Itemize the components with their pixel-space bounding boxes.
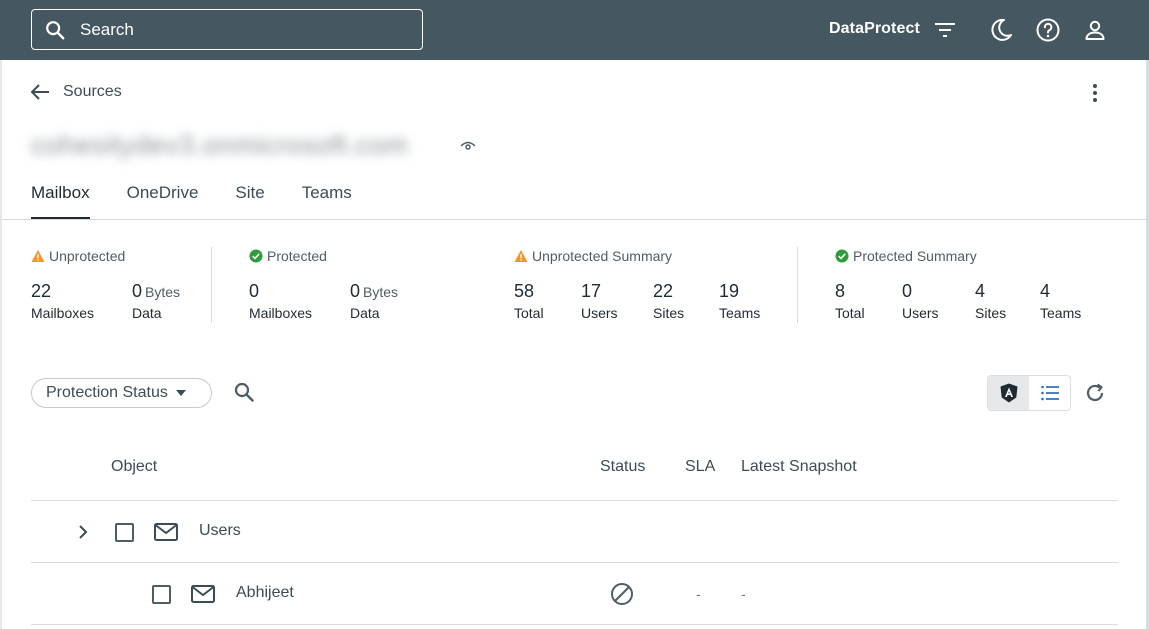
stat-value: 8 [835, 281, 846, 301]
global-search-input[interactable]: Search [31, 9, 423, 50]
filter-label: Protection Status [46, 384, 168, 401]
stat-value: 19 [719, 281, 740, 301]
stat-unprotected: Unprotected 22 Mailboxes 0 Bytes Data [31, 246, 180, 321]
stat-label: Mailboxes [249, 305, 313, 321]
tab-site[interactable]: Site [235, 183, 264, 219]
source-tabs: Mailbox OneDrive Site Teams [31, 183, 389, 219]
stat-label: Total [514, 305, 544, 321]
stat-label: Users [581, 305, 618, 321]
stat-divider [211, 247, 212, 323]
column-header-latest-snapshot[interactable]: Latest Snapshot [741, 458, 857, 476]
stat-label: Mailboxes [31, 305, 95, 321]
stat-value: 22 [653, 281, 674, 301]
stat-label: Teams [1040, 305, 1082, 321]
filter-lines-icon[interactable] [932, 17, 958, 43]
breadcrumb-sources[interactable]: Sources [63, 83, 122, 101]
view-toggle [987, 375, 1071, 411]
row-divider [31, 624, 1118, 625]
stat-title: Unprotected Summary [532, 248, 673, 264]
caret-down-icon [175, 390, 186, 396]
row-checkbox[interactable] [152, 585, 171, 604]
moon-icon[interactable] [988, 17, 1014, 43]
column-header-status[interactable]: Status [600, 458, 645, 476]
stat-value: 17 [581, 281, 602, 301]
warning-icon [514, 250, 528, 262]
stat-value: 0 [249, 281, 260, 301]
object-name[interactable]: Abhijeet [236, 584, 294, 602]
stat-value: 0 [132, 281, 143, 301]
page-border-left [0, 60, 2, 629]
tab-mailbox[interactable]: Mailbox [31, 183, 90, 219]
stat-protected: Protected 0 Mailboxes 0 Bytes Data [249, 246, 398, 321]
app-switcher-label[interactable]: DataProtect [829, 20, 920, 38]
stat-unprotected-summary: Unprotected Summary 58 Total 17 Users 22… [514, 246, 760, 321]
row-divider [31, 562, 1118, 563]
more-options-icon[interactable] [1084, 82, 1106, 104]
back-arrow-icon[interactable] [29, 81, 51, 103]
stat-title: Protected [267, 248, 327, 264]
column-header-object[interactable]: Object [111, 458, 157, 476]
stat-value: 22 [31, 281, 52, 301]
stat-value: 0 [350, 281, 361, 301]
stat-value: 4 [1040, 281, 1051, 301]
tab-onedrive[interactable]: OneDrive [127, 183, 199, 219]
search-placeholder: Search [80, 19, 134, 39]
stat-title: Unprotected [49, 248, 126, 264]
shield-a-icon [1000, 383, 1017, 403]
stat-value: 58 [514, 281, 535, 301]
stat-label: Data [350, 305, 380, 321]
snapshot-value: - [741, 586, 746, 602]
stat-divider [797, 247, 798, 323]
row-checkbox[interactable] [115, 523, 134, 542]
stat-protected-summary: Protected Summary 8 Total 0 Users 4 Site… [835, 246, 1081, 321]
stat-value: 0 [902, 281, 913, 301]
mail-icon [191, 585, 215, 603]
protection-view-button[interactable] [988, 376, 1029, 410]
refresh-icon[interactable] [1084, 382, 1106, 404]
stat-unit: Bytes [363, 284, 399, 300]
eye-icon[interactable] [460, 140, 476, 152]
list-view-button[interactable] [1029, 376, 1070, 410]
search-icon [46, 20, 65, 39]
object-name[interactable]: Users [199, 522, 241, 540]
stat-label: Teams [719, 305, 761, 321]
mail-icon [154, 523, 178, 541]
stat-value: 4 [975, 281, 986, 301]
tab-teams[interactable]: Teams [302, 183, 352, 219]
stat-label: Users [902, 305, 939, 321]
source-name: cohesitydev3.onmicrosoft.com [31, 130, 409, 160]
search-icon[interactable] [232, 380, 256, 404]
stat-label: Total [835, 305, 865, 321]
stat-label: Data [132, 305, 162, 321]
warning-icon [31, 250, 45, 262]
user-icon[interactable] [1082, 17, 1108, 43]
stat-unit: Bytes [145, 284, 181, 300]
sla-value: - [696, 586, 701, 602]
stat-label: Sites [653, 305, 685, 321]
stat-title: Protected Summary [853, 248, 977, 264]
help-icon[interactable] [1035, 17, 1061, 43]
stat-label: Sites [975, 305, 1007, 321]
protection-status-filter[interactable]: Protection Status [31, 378, 212, 408]
chevron-right-icon[interactable] [75, 524, 91, 540]
check-circle-icon [249, 249, 263, 263]
list-icon [1040, 385, 1059, 401]
tabs-divider [2, 219, 1146, 220]
unprotected-icon [611, 583, 633, 605]
top-bar: Search DataProtect [0, 0, 1149, 60]
check-circle-icon [835, 249, 849, 263]
header-divider [31, 500, 1118, 501]
column-header-sla[interactable]: SLA [685, 458, 715, 476]
